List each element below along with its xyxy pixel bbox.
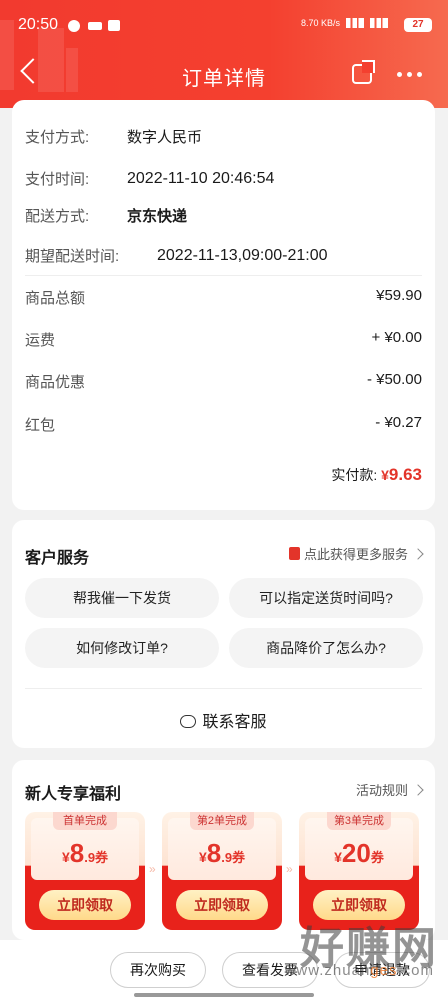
app-header: 20:50 8.70 KB/s 27 订单详情 xyxy=(0,0,448,108)
coupon-card: 首单完成 ¥8.9券 立即领取 xyxy=(25,812,145,930)
arrow-icon: » xyxy=(286,862,293,876)
chevron-right-icon xyxy=(412,783,424,796)
share-icon[interactable] xyxy=(352,60,375,84)
amount-value: - ¥50.00 xyxy=(366,371,422,388)
amount-row: 运费 + ¥0.00 xyxy=(25,329,422,350)
activity-rules-link[interactable]: 活动规则 xyxy=(355,780,424,799)
service-question-button[interactable]: 商品降价了怎么办? xyxy=(229,628,423,668)
expected-delivery-row: 期望配送时间: 2022-11-13,09:00-21:00 xyxy=(25,245,422,266)
expected-delivery-value: 2022-11-13,09:00-21:00 xyxy=(157,246,328,264)
customer-service-title: 客户服务 xyxy=(25,550,90,567)
claim-button[interactable]: 立即领取 xyxy=(39,890,131,920)
wifi-icon xyxy=(370,18,388,28)
delivery-method-row: 配送方式: 京东快递 xyxy=(25,205,422,226)
coupon-price: ¥20券 xyxy=(334,838,384,868)
status-bar: 20:50 8.70 KB/s 27 xyxy=(0,0,448,44)
actual-payment-currency: ¥ xyxy=(381,467,389,483)
order-info-card: 支付方式: 数字人民币 支付时间: 2022-11-10 20:46:54 配送… xyxy=(12,100,435,510)
more-icon[interactable] xyxy=(397,72,422,77)
more-services-label: 点此获得更多服务 xyxy=(303,547,408,562)
benefits-title: 新人专享福利 xyxy=(25,786,122,803)
delivery-method-label: 配送方式: xyxy=(25,208,90,225)
activity-rules-label: 活动规则 xyxy=(355,783,408,798)
service-question-button[interactable]: 帮我催一下发货 xyxy=(25,578,219,618)
divider xyxy=(25,275,422,276)
payment-method-value: 数字人民币 xyxy=(127,129,203,146)
amount-value: - ¥0.27 xyxy=(375,414,422,431)
signal-icon xyxy=(346,18,364,28)
status-indicators: 8.70 KB/s xyxy=(301,18,388,28)
amount-label: 商品总额 xyxy=(25,290,86,307)
payment-time-label: 支付时间: xyxy=(25,171,90,188)
amount-value: + ¥0.00 xyxy=(371,329,422,346)
divider xyxy=(25,688,422,689)
chevron-right-icon xyxy=(412,547,424,560)
home-indicator xyxy=(134,993,314,997)
amount-row: 商品总额 ¥59.90 xyxy=(25,287,422,308)
coupon-condition: 第2单完成 xyxy=(190,812,254,830)
actual-payment-value: 9.63 xyxy=(388,465,422,484)
chat-notification-icon xyxy=(68,20,80,32)
expected-delivery-label: 期望配送时间: xyxy=(25,248,120,265)
payment-time-value: 2022-11-10 20:46:54 xyxy=(127,169,275,187)
coupon-price: ¥8.9券 xyxy=(61,838,109,868)
delivery-method-value: 京东快递 xyxy=(127,208,188,225)
amount-row: 商品优惠 - ¥50.00 xyxy=(25,371,422,392)
battery-icon: 27 xyxy=(404,18,432,32)
amount-label: 运费 xyxy=(25,332,56,349)
more-services-link[interactable]: 点此获得更多服务 xyxy=(288,544,424,563)
service-question-button[interactable]: 如何修改订单? xyxy=(25,628,219,668)
network-speed: 8.70 KB/s xyxy=(300,18,340,28)
coupon-condition: 首单完成 xyxy=(53,812,117,830)
chat-icon xyxy=(180,715,197,728)
buy-again-button[interactable]: 再次购买 xyxy=(110,952,206,988)
coupon-card: 第2单完成 ¥8.9券 立即领取 xyxy=(162,812,282,930)
amount-row: 红包 - ¥0.27 xyxy=(25,414,422,435)
claim-button[interactable]: 立即领取 xyxy=(176,890,268,920)
service-question-button[interactable]: 可以指定送货时间吗? xyxy=(229,578,423,618)
status-time: 20:50 xyxy=(18,16,59,33)
payment-time-row: 支付时间: 2022-11-10 20:46:54 xyxy=(25,168,422,189)
actual-payment: 实付款: ¥9.63 xyxy=(331,465,422,485)
app-notification-icon xyxy=(108,20,120,31)
amount-label: 红包 xyxy=(25,417,56,434)
page-title: 订单详情 xyxy=(182,68,266,90)
watermark-url: www.zhuanges.com xyxy=(284,962,434,979)
customer-service-card: 客户服务 点此获得更多服务 帮我催一下发货 可以指定送货时间吗? 如何修改订单?… xyxy=(12,520,435,748)
coupon-price: ¥8.9券 xyxy=(198,838,246,868)
amount-label: 商品优惠 xyxy=(25,374,86,391)
contact-service-label: 联系客服 xyxy=(202,714,267,731)
payment-method-row: 支付方式: 数字人民币 xyxy=(25,126,422,147)
contact-service-button[interactable]: 联系客服 xyxy=(12,708,435,732)
arrow-icon: » xyxy=(149,862,156,876)
actual-payment-label: 实付款: xyxy=(331,467,378,483)
coupon-condition: 第3单完成 xyxy=(327,812,391,830)
bird-notification-icon xyxy=(88,22,102,30)
amount-value: ¥59.90 xyxy=(376,287,422,304)
flag-icon xyxy=(288,547,300,560)
payment-method-label: 支付方式: xyxy=(25,129,90,146)
